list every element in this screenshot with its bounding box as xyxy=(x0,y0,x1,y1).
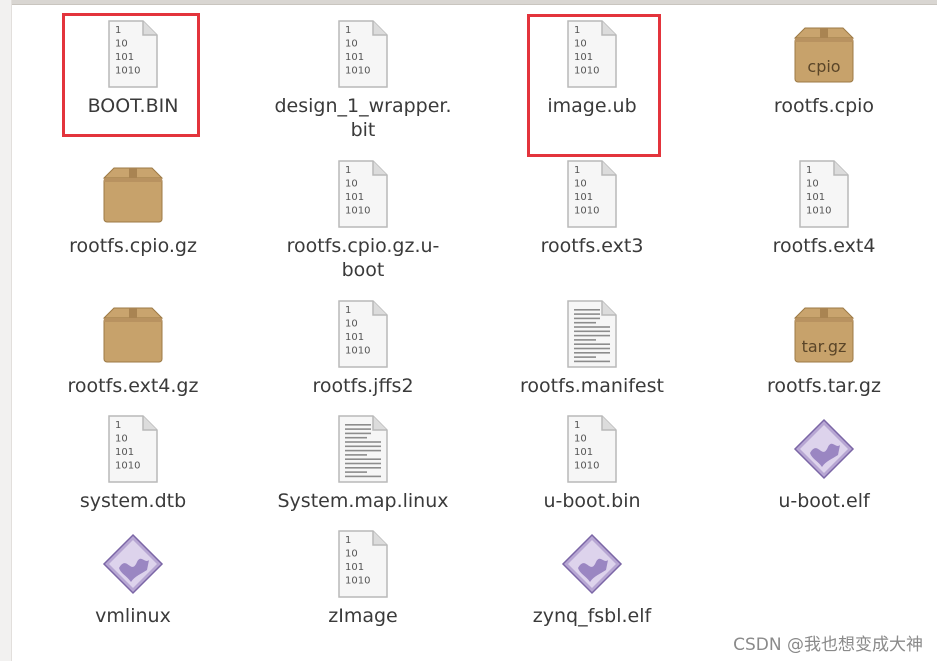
executable-file-icon xyxy=(98,528,168,600)
file-name: rootfs.cpio.gz.u-boot xyxy=(286,235,440,281)
file-item-system-map-linux[interactable]: System.map.linux xyxy=(268,413,458,513)
archive-box-icon: tar.gz xyxy=(789,298,859,370)
file-name: System.map.linux xyxy=(277,490,449,512)
file-item-rootfs-cpio-gz[interactable]: rootfs.cpio.gz xyxy=(38,158,228,258)
svg-text:1010: 1010 xyxy=(574,461,599,472)
file-name: rootfs.manifest xyxy=(520,375,664,397)
file-item-zynq-fsbl-elf[interactable]: zynq_fsbl.elf xyxy=(497,528,687,628)
archive-box-icon xyxy=(98,158,168,230)
svg-text:1010: 1010 xyxy=(345,576,370,587)
file-name: rootfs.tar.gz xyxy=(767,375,881,397)
binary-file-icon: 1 10 101 1010 xyxy=(98,413,168,485)
svg-text:101: 101 xyxy=(345,192,364,203)
svg-text:1: 1 xyxy=(115,420,121,431)
svg-text:10: 10 xyxy=(806,179,819,190)
svg-text:1010: 1010 xyxy=(574,206,599,217)
file-name: design_1_wrapper. bit xyxy=(274,95,452,141)
svg-text:tar.gz: tar.gz xyxy=(802,337,847,356)
svg-text:1010: 1010 xyxy=(345,66,370,77)
svg-text:10: 10 xyxy=(345,39,358,50)
svg-text:101: 101 xyxy=(345,52,364,63)
svg-text:1: 1 xyxy=(806,165,812,176)
file-name: zynq_fsbl.elf xyxy=(532,605,652,627)
binary-file-icon: 1 10 101 1010 xyxy=(557,413,627,485)
file-item-u-boot-bin[interactable]: 1 10 101 1010 u-boot.bin xyxy=(497,413,687,513)
svg-text:1010: 1010 xyxy=(345,346,370,357)
file-item-rootfs-ext4-gz[interactable]: rootfs.ext4.gz xyxy=(38,298,228,398)
svg-text:101: 101 xyxy=(806,192,825,203)
svg-text:10: 10 xyxy=(345,319,358,330)
file-item-rootfs-tar-gz[interactable]: tar.gz rootfs.tar.gz xyxy=(729,298,919,398)
svg-text:1: 1 xyxy=(574,165,580,176)
file-name: u-boot.bin xyxy=(543,490,641,512)
svg-text:1: 1 xyxy=(345,535,351,546)
file-item-rootfs-ext3[interactable]: 1 10 101 1010 rootfs.ext3 xyxy=(497,158,687,258)
executable-file-icon xyxy=(557,528,627,600)
svg-text:10: 10 xyxy=(574,179,587,190)
svg-text:1010: 1010 xyxy=(806,206,831,217)
file-item-rootfs-cpio[interactable]: cpio rootfs.cpio xyxy=(729,18,919,118)
binary-file-icon: 1 10 101 1010 xyxy=(328,298,398,370)
svg-text:101: 101 xyxy=(345,332,364,343)
file-name: zImage xyxy=(328,605,398,627)
file-item-rootfs-cpio-gz-u-boot[interactable]: 1 10 101 1010 rootfs.cpio.gz.u-boot xyxy=(268,158,458,282)
svg-text:101: 101 xyxy=(574,192,593,203)
svg-text:101: 101 xyxy=(115,447,134,458)
binary-file-icon: 1 10 101 1010 xyxy=(557,158,627,230)
svg-text:1: 1 xyxy=(345,165,351,176)
svg-text:10: 10 xyxy=(345,549,358,560)
svg-text:1: 1 xyxy=(345,305,351,316)
file-item-rootfs-jffs2[interactable]: 1 10 101 1010 rootfs.jffs2 xyxy=(268,298,458,398)
binary-file-icon: 1 10 101 1010 xyxy=(328,18,398,90)
file-item-system-dtb[interactable]: 1 10 101 1010 system.dtb xyxy=(38,413,228,513)
highlight-box-boot-bin xyxy=(62,13,200,137)
file-name: rootfs.cpio xyxy=(773,95,875,117)
file-item-zimage[interactable]: 1 10 101 1010 zImage xyxy=(268,528,458,628)
file-name: rootfs.ext4.gz xyxy=(67,375,199,397)
file-name: u-boot.elf xyxy=(778,490,870,512)
binary-file-icon: 1 10 101 1010 xyxy=(328,158,398,230)
file-item-rootfs-manifest[interactable]: rootfs.manifest xyxy=(497,298,687,398)
text-file-icon xyxy=(328,413,398,485)
file-name: rootfs.ext3 xyxy=(540,235,644,257)
archive-box-icon: cpio xyxy=(789,18,859,90)
file-item-vmlinux[interactable]: vmlinux xyxy=(38,528,228,628)
svg-text:1: 1 xyxy=(345,25,351,36)
file-item-design-1-wrapper-bit[interactable]: 1 10 101 1010 design_1_wrapper. bit xyxy=(268,18,458,142)
file-name: system.dtb xyxy=(79,490,187,512)
file-name: vmlinux xyxy=(95,605,171,627)
highlight-box-image-ub xyxy=(527,14,661,157)
watermark: CSDN @我也想变成大神 xyxy=(733,635,923,655)
file-item-rootfs-ext4[interactable]: 1 10 101 1010 rootfs.ext4 xyxy=(729,158,919,258)
svg-text:101: 101 xyxy=(345,562,364,573)
binary-file-icon: 1 10 101 1010 xyxy=(789,158,859,230)
svg-text:101: 101 xyxy=(574,447,593,458)
archive-box-icon xyxy=(98,298,168,370)
text-file-icon xyxy=(557,298,627,370)
svg-text:cpio: cpio xyxy=(807,57,840,76)
file-item-u-boot-elf[interactable]: u-boot.elf xyxy=(729,413,919,513)
file-name: rootfs.ext4 xyxy=(772,235,876,257)
svg-text:1010: 1010 xyxy=(345,206,370,217)
binary-file-icon: 1 10 101 1010 xyxy=(328,528,398,600)
executable-file-icon xyxy=(789,413,859,485)
svg-text:10: 10 xyxy=(115,434,128,445)
svg-text:1: 1 xyxy=(574,420,580,431)
svg-text:10: 10 xyxy=(574,434,587,445)
file-name: rootfs.cpio.gz xyxy=(69,235,197,257)
svg-text:10: 10 xyxy=(345,179,358,190)
svg-text:1010: 1010 xyxy=(115,461,140,472)
file-name: rootfs.jffs2 xyxy=(312,375,414,397)
